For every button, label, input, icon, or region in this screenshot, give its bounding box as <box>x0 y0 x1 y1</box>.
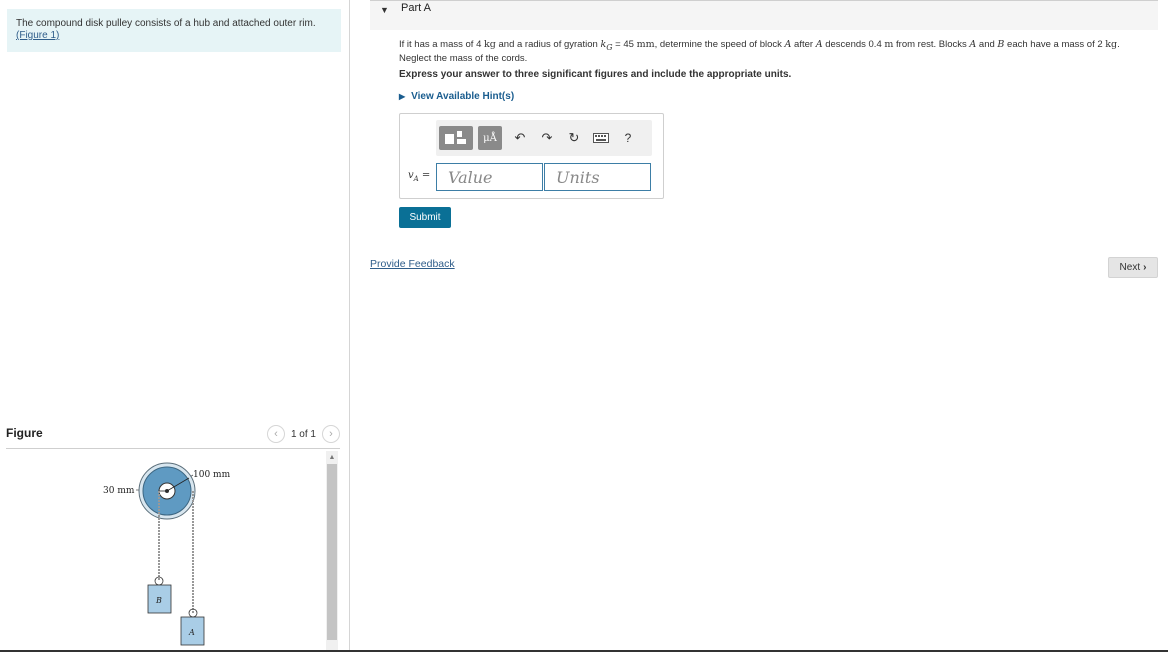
undo-icon[interactable]: ↶ <box>513 126 527 150</box>
redo-icon[interactable]: ↷ <box>540 126 554 150</box>
instruction-text: Express your answer to three significant… <box>399 69 792 80</box>
part-title: Part A <box>401 2 431 14</box>
label-block-b: B <box>155 596 162 605</box>
question-line-2: Neglect the mass of the cords. <box>399 52 528 64</box>
templates-icon[interactable] <box>439 126 473 150</box>
scroll-thumb[interactable] <box>327 464 337 640</box>
chevron-right-icon: › <box>1143 262 1147 273</box>
figure-diagram: 100 mm 30 mm B A <box>6 451 324 652</box>
reset-icon[interactable]: ↻ <box>567 126 581 150</box>
next-button[interactable]: Next › <box>1108 257 1158 278</box>
label-outer-radius: 100 mm <box>193 470 231 480</box>
submit-button[interactable]: Submit <box>399 207 451 228</box>
answer-box: μÅ ↶ ↷ ↻ ? vA = <box>399 113 664 199</box>
label-block-a: A <box>188 628 195 637</box>
figure-link[interactable]: (Figure 1) <box>16 30 59 41</box>
question-text: If it has a mass of 4 kg and a radius of… <box>399 39 1149 64</box>
help-button[interactable]: ? <box>622 126 634 150</box>
intro-box: The compound disk pulley consists of a h… <box>7 9 341 52</box>
scroll-up-icon[interactable]: ▲ <box>326 451 338 463</box>
figure-pager: ‹ 1 of 1 › <box>266 425 340 443</box>
left-pane: The compound disk pulley consists of a h… <box>0 0 350 652</box>
figure-title: Figure <box>6 426 43 440</box>
next-button-label: Next <box>1119 262 1141 273</box>
chevron-right-icon[interactable]: › <box>322 425 340 443</box>
math-toolbar: μÅ ↶ ↷ ↻ ? <box>436 120 652 156</box>
figure-header: Figure ‹ 1 of 1 › <box>6 425 340 449</box>
figure-scrollbar[interactable]: ▲ <box>326 451 338 652</box>
chevron-left-icon[interactable]: ‹ <box>266 425 285 443</box>
label-inner-radius: 30 mm <box>103 486 135 496</box>
caret-right-icon: ▶ <box>399 92 406 101</box>
value-input[interactable] <box>436 163 543 191</box>
units-input[interactable] <box>544 163 651 191</box>
part-header[interactable]: ▼ Part A <box>370 0 1158 30</box>
intro-text: The compound disk pulley consists of a h… <box>16 18 316 29</box>
provide-feedback-link[interactable]: Provide Feedback <box>370 258 455 270</box>
keyboard-icon[interactable] <box>593 126 609 150</box>
caret-down-icon[interactable]: ▼ <box>380 5 389 15</box>
pager-count: 1 of 1 <box>290 428 316 440</box>
view-hints-link[interactable]: ▶ View Available Hint(s) <box>399 91 514 102</box>
question-line-1: If it has a mass of 4 kg and a radius of… <box>399 39 1120 52</box>
units-symbol-button[interactable]: μÅ <box>478 126 502 150</box>
answer-variable-label: vA = <box>408 170 431 183</box>
